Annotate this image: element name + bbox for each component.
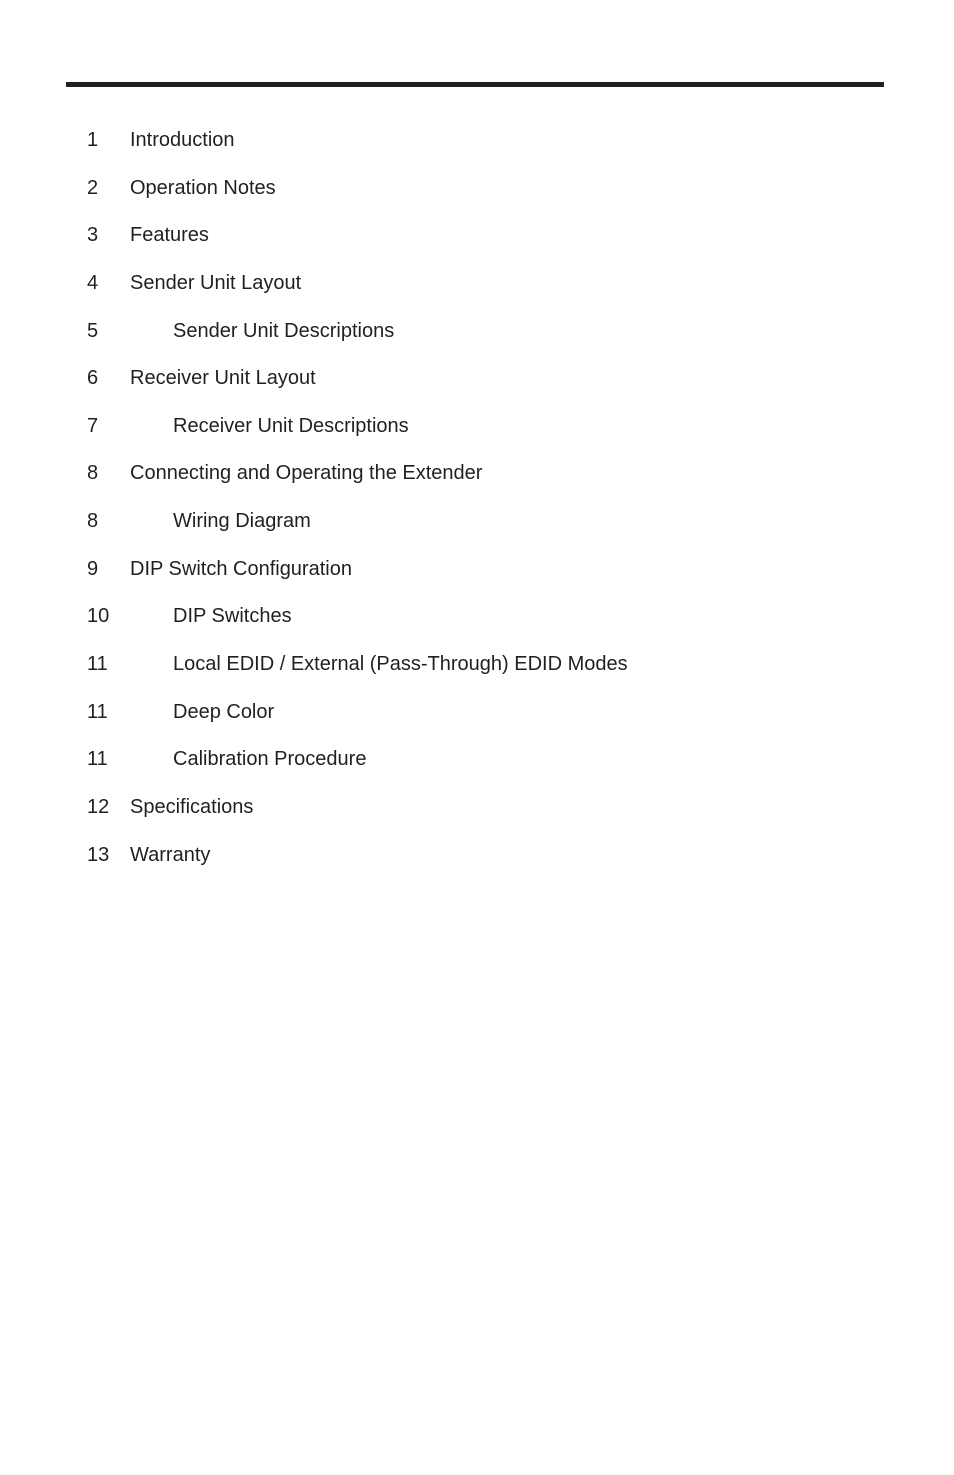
toc-entry-title[interactable]: Specifications — [130, 793, 253, 821]
toc-entry-title[interactable]: Sender Unit Layout — [130, 269, 301, 297]
toc-subentry-title[interactable]: Sender Unit Descriptions — [173, 317, 394, 345]
toc-subentry[interactable]: 11 Calibration Procedure — [87, 745, 887, 793]
toc-entry-title[interactable]: Introduction — [130, 126, 235, 154]
toc-entry-title[interactable]: Operation Notes — [130, 174, 276, 202]
toc-entry[interactable]: 3 Features — [87, 221, 887, 269]
toc-entry[interactable]: 2 Operation Notes — [87, 174, 887, 222]
toc-page-number: 2 — [87, 176, 99, 199]
toc-entry[interactable]: 8 Connecting and Operating the Extender — [87, 459, 887, 507]
toc-entry[interactable]: 1 Introduction — [87, 126, 887, 174]
toc-page-number: 6 — [87, 367, 99, 390]
toc-subentry-title[interactable]: Deep Color — [173, 698, 274, 726]
toc-entry-title[interactable]: DIP Switch Configuration — [130, 555, 352, 583]
toc-page-number: 4 — [87, 271, 99, 294]
toc-page-number: 8 — [87, 462, 99, 485]
toc-page-number: 5 — [87, 319, 99, 342]
toc-page-number: 10 — [87, 605, 110, 628]
toc-entry-title[interactable]: Connecting and Operating the Extender — [130, 459, 482, 487]
toc-page-number: 1 — [87, 129, 99, 151]
toc-subentry-title[interactable]: Calibration Procedure — [173, 745, 366, 773]
toc-page-number: 11 — [87, 700, 108, 723]
toc-subentry[interactable]: 5 Sender Unit Descriptions — [87, 317, 887, 365]
toc-entry[interactable]: 4 Sender Unit Layout — [87, 269, 887, 317]
toc-page-number: 9 — [87, 557, 99, 580]
toc-page-number: 13 — [87, 843, 110, 866]
toc-subentry-title[interactable]: Local EDID / External (Pass-Through) EDI… — [173, 650, 628, 678]
toc-subentry[interactable]: 7 Receiver Unit Descriptions — [87, 412, 887, 460]
toc-subentry-title[interactable]: DIP Switches — [173, 602, 292, 630]
toc-entry[interactable]: 6 Receiver Unit Layout — [87, 364, 887, 412]
toc-page-number: 3 — [87, 224, 99, 247]
toc-subentry[interactable]: 11 Local EDID / External (Pass-Through) … — [87, 650, 887, 698]
toc-subentry[interactable]: 8 Wiring Diagram — [87, 507, 887, 555]
toc-page-number: 12 — [87, 795, 110, 818]
toc-entry[interactable]: 9 DIP Switch Configuration — [87, 555, 887, 603]
toc-page-number: 8 — [87, 510, 99, 533]
table-of-contents: 1 Introduction 2 Operation Notes 3 Featu… — [87, 126, 887, 888]
toc-entry-title[interactable]: Receiver Unit Layout — [130, 364, 316, 392]
toc-entry-title[interactable]: Features — [130, 221, 209, 249]
toc-page-number: 11 — [87, 748, 108, 771]
toc-subentry[interactable]: 10 DIP Switches — [87, 602, 887, 650]
toc-subentry[interactable]: 11 Deep Color — [87, 698, 887, 746]
toc-page-number: 11 — [87, 653, 108, 676]
header-rule — [66, 82, 884, 87]
toc-subentry-title[interactable]: Wiring Diagram — [173, 507, 311, 535]
toc-page-number: 7 — [87, 414, 99, 437]
toc-entry[interactable]: 12 Specifications — [87, 793, 887, 841]
toc-entry-title[interactable]: Warranty — [130, 841, 210, 869]
toc-entry[interactable]: 13 Warranty — [87, 841, 887, 889]
toc-subentry-title[interactable]: Receiver Unit Descriptions — [173, 412, 409, 440]
